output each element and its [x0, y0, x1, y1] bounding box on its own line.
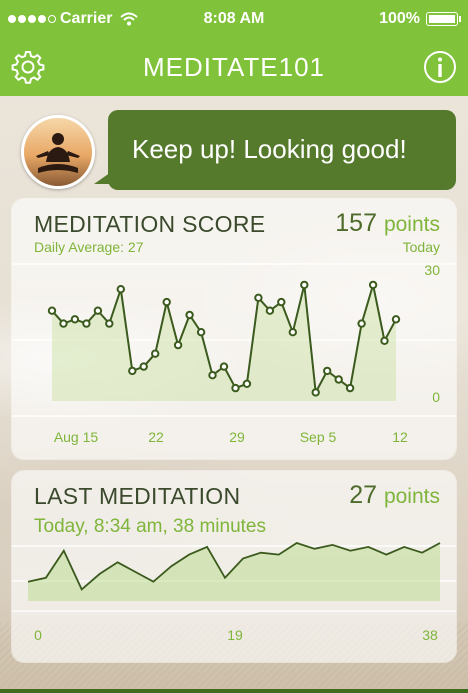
y-tick-label: 0 [432, 389, 440, 405]
app-title: MEDITATE101 [143, 52, 325, 82]
score-point [380, 336, 389, 346]
battery-label: 100% [379, 10, 420, 27]
x-tick-label: Aug 15 [54, 429, 99, 445]
score-point [391, 315, 401, 324]
score-point [116, 285, 126, 294]
greeting-message: Keep up! Looking good! [132, 134, 407, 164]
x-tick-label: Sep 5 [300, 429, 337, 445]
status-bar: Carrier 8:08 AM 100% [0, 0, 468, 38]
score-point [231, 383, 240, 393]
x-tick-label: 29 [229, 429, 245, 445]
score-point [208, 371, 217, 380]
x-tick-label: 0 [34, 627, 42, 643]
avatar[interactable] [21, 115, 95, 189]
x-tick-label: 12 [392, 429, 408, 445]
score-point [59, 319, 68, 328]
score-point [254, 293, 263, 303]
score-point [288, 328, 297, 337]
info-icon [424, 51, 456, 83]
score-point [70, 315, 80, 324]
message-bubble: Keep up! Looking good! [94, 110, 456, 190]
score-point [300, 280, 309, 290]
score-point [334, 375, 343, 384]
y-tick-label: 30 [424, 262, 440, 278]
score-line-chart: 30 0 Aug 15 22 29 Sep 5 12 [12, 262, 456, 445]
bottom-bar [0, 689, 468, 693]
score-point [265, 306, 275, 315]
score-point [323, 366, 332, 376]
score-point [368, 280, 378, 290]
score-point [162, 297, 171, 307]
x-tick-label: 22 [148, 429, 164, 445]
last-meditation-card[interactable]: LAST MEDITATION 27 points Today, 8:34 am… [12, 471, 456, 662]
score-point [311, 388, 320, 397]
score-point [196, 328, 206, 337]
score-point [139, 362, 148, 371]
score-point [105, 319, 114, 328]
score-point [151, 349, 160, 358]
nav-bar: MEDITATE101 [0, 38, 468, 96]
score-point [357, 319, 366, 328]
x-tick-label: 19 [227, 627, 243, 643]
battery-indicator: 100% [379, 10, 461, 28]
score-point [219, 362, 229, 371]
meditation-score-card[interactable]: MEDITATION SCORE 157 points Daily Averag… [12, 199, 456, 459]
score-point [82, 319, 91, 328]
x-tick-label: 38 [422, 627, 438, 643]
score-point [93, 306, 103, 315]
battery-icon [426, 12, 461, 26]
score-point [128, 366, 137, 376]
score-point [173, 340, 183, 350]
meditator-avatar-image [24, 118, 92, 186]
score-point [277, 297, 286, 307]
score-point [345, 383, 355, 393]
score-point [242, 379, 252, 389]
score-point [47, 306, 57, 315]
session-area-chart: 0 19 38 [12, 542, 456, 643]
info-button[interactable] [422, 49, 458, 85]
score-point [185, 310, 194, 320]
